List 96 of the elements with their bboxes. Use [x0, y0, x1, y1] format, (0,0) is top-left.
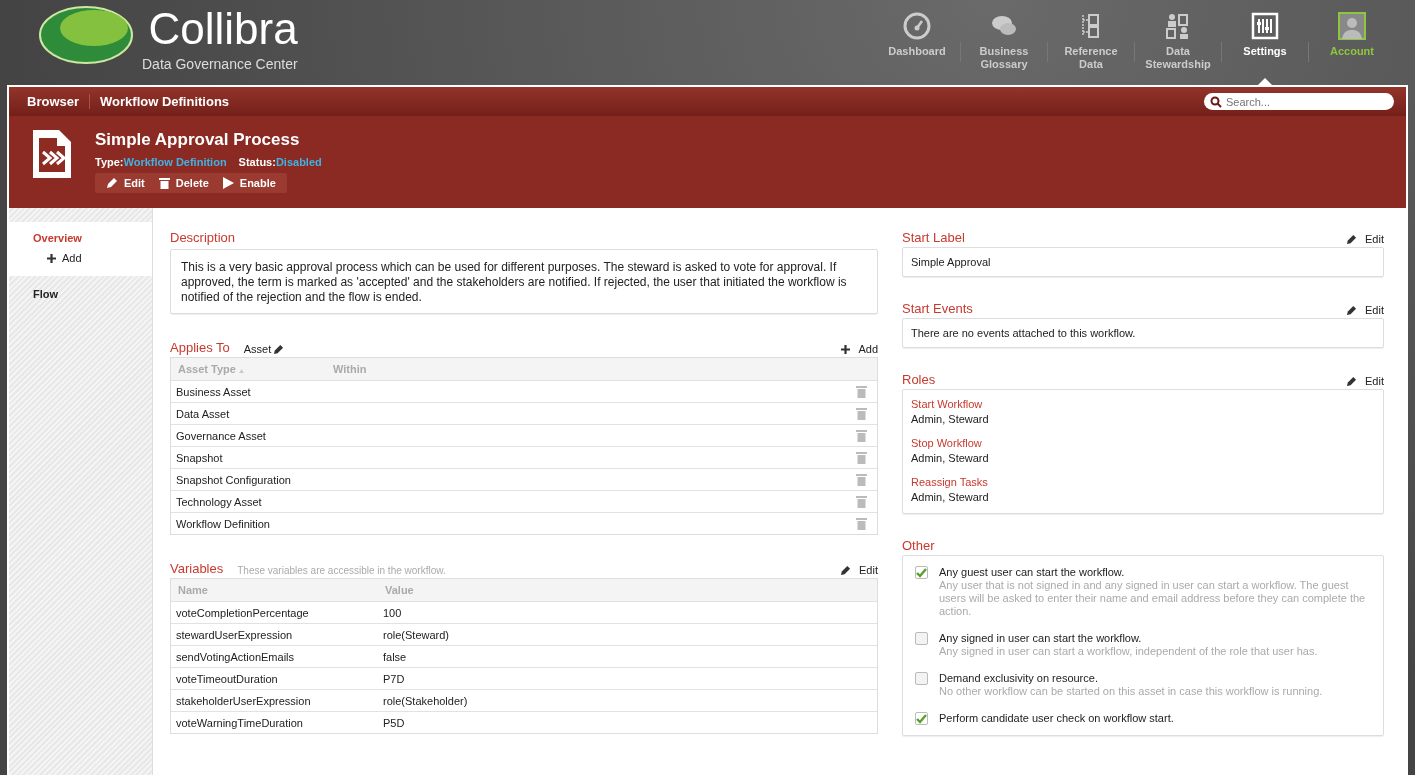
trash-icon — [158, 177, 170, 189]
description-text: This is a very basic approval process which can be used for different purposes. The steward is asked to vote for approval. If approved, the term is marked as 'accepted' and the stakeholders are notified. If rejected, the user that initiated the workflow is notified of the rejection and the flow is ended. — [170, 249, 878, 314]
status-label: Status: — [238, 156, 276, 168]
edit-link[interactable]: Edit — [840, 564, 878, 576]
option-label: Any signed in user can start the workflow. — [939, 632, 1143, 645]
table-cell: 100 — [383, 606, 402, 619]
nav-item[interactable]: Dashboard — [874, 12, 960, 85]
field-value: Simple Approval — [911, 256, 991, 268]
table-cell-text: Snapshot — [176, 451, 224, 464]
table-cell: false — [383, 650, 407, 663]
action-button[interactable]: Delete — [153, 177, 214, 189]
checkbox[interactable] — [915, 566, 928, 579]
edit-link[interactable]: Edit — [1346, 375, 1384, 387]
option-label: Any guest user can start the workflow. — [939, 566, 1126, 579]
trash-icon[interactable] — [856, 385, 867, 398]
add-link[interactable]: Add — [841, 343, 878, 355]
pencil-icon — [840, 564, 852, 576]
add-link[interactable]: Add — [47, 252, 152, 264]
action-button[interactable]: Enable — [217, 177, 281, 189]
section-title: Start Events — [902, 301, 973, 316]
table-cell: P7D — [383, 672, 405, 685]
trash-icon[interactable] — [856, 407, 867, 420]
table-cell-text: Business Asset — [176, 385, 252, 398]
role-name: Stop Workflow — [911, 437, 983, 449]
table-cell: P5D — [383, 716, 405, 729]
table-cell-text: stakeholderUserExpression — [176, 694, 312, 707]
pencil-icon — [1346, 233, 1358, 245]
trash-icon[interactable] — [856, 429, 867, 442]
sliders-icon — [1251, 12, 1279, 40]
table-cell-text: voteTimeoutDuration — [176, 672, 279, 685]
role-name: Reassign Tasks — [911, 476, 989, 488]
option-description: No other workflow can be started on this asset in case this workflow is running. — [939, 685, 1323, 698]
action-button[interactable]: Edit — [101, 177, 150, 189]
trash-icon[interactable] — [856, 473, 867, 486]
table-cell-text: Governance Asset — [176, 429, 267, 442]
checkmark-icon — [916, 567, 927, 578]
table-cell: role(Stakeholder) — [383, 694, 468, 707]
table-cell-text: Workflow Definition — [176, 517, 271, 530]
section-title: Applies To — [170, 340, 230, 355]
page-title: Simple Approval Process — [95, 130, 301, 150]
table-cell-text: stewardUserExpression — [176, 628, 294, 641]
nav-item[interactable]: Business Glossary — [961, 12, 1047, 85]
option-label: Perform candidate user check on workflow start. — [939, 712, 1174, 725]
user-silhouette-icon — [1338, 12, 1366, 40]
option-label: Demand exclusivity on resource. — [939, 672, 1099, 685]
checkbox[interactable] — [915, 632, 928, 645]
sidebar-item[interactable]: Overview — [33, 232, 152, 244]
pencil-icon — [1346, 375, 1358, 387]
table-cell-text: voteWarningTimeDuration — [176, 716, 304, 729]
table-cell-text: voteCompletionPercentage — [176, 606, 310, 619]
role-members: Admin, Steward — [911, 491, 990, 503]
breadcrumb-link[interactable]: Workflow Definitions — [100, 94, 240, 109]
checkbox[interactable] — [915, 672, 928, 685]
table-cell-text: Technology Asset — [176, 495, 263, 508]
type-label: Type: — [95, 156, 124, 168]
section-title: Variables — [170, 561, 224, 576]
trash-icon[interactable] — [856, 451, 867, 464]
sidebar-item[interactable]: Flow — [33, 288, 152, 300]
breadcrumb-link[interactable]: Browser — [27, 94, 90, 109]
search-field[interactable]: Search... — [1204, 93, 1394, 110]
field-value: There are no events attached to this workflow. — [911, 327, 1136, 339]
dashboard-gauge-icon — [903, 12, 931, 40]
play-icon — [222, 177, 234, 189]
pencil-icon — [106, 177, 118, 189]
table-cell: role(Steward) — [383, 628, 450, 641]
table-cell-text: Snapshot Configuration — [176, 473, 292, 486]
section-hint: These variables are accessible in the workflow. — [237, 565, 446, 576]
sort-ascending-icon — [238, 369, 244, 373]
edit-link[interactable]: Edit — [1346, 233, 1384, 245]
plus-icon — [47, 253, 56, 263]
nav-item[interactable]: Reference Data — [1048, 12, 1134, 85]
logo-subtitle: Data Governance Center — [142, 56, 298, 72]
checkbox[interactable] — [915, 712, 928, 725]
pencil-icon — [1346, 304, 1358, 316]
section-title: Other — [902, 538, 935, 553]
status-link[interactable]: Disabled — [275, 156, 322, 168]
pencil-icon — [273, 343, 285, 355]
edit-link[interactable]: Edit — [1346, 304, 1384, 316]
table-cell-text: sendVotingActionEmails — [176, 650, 295, 663]
trash-icon[interactable] — [856, 517, 867, 530]
asset-edit-link[interactable]: Asset — [243, 343, 285, 355]
option-description: Any signed in user can start a workflow, independent of the role that user has. — [939, 645, 1318, 658]
checkmark-icon — [916, 713, 927, 724]
option-description: Any user that is not signed in and any signed in user can start a workflow. The guest users will be asked to enter their name and email address before they can complete the action. — [939, 579, 1367, 618]
type-link[interactable]: Workflow Definition — [123, 156, 227, 168]
trash-icon[interactable] — [856, 495, 867, 508]
section-title: Roles — [902, 372, 936, 387]
logo-wordmark: Collibra — [148, 6, 298, 52]
section-title: Description — [170, 230, 237, 245]
plus-icon — [841, 344, 851, 354]
table-cell-text: Data Asset — [176, 407, 231, 420]
role-name: Start Workflow — [911, 398, 984, 410]
section-title: Start Label — [902, 230, 965, 245]
role-members: Admin, Steward — [911, 413, 990, 425]
role-members: Admin, Steward — [911, 452, 990, 464]
nav-item[interactable]: Data Stewardship — [1135, 12, 1221, 85]
